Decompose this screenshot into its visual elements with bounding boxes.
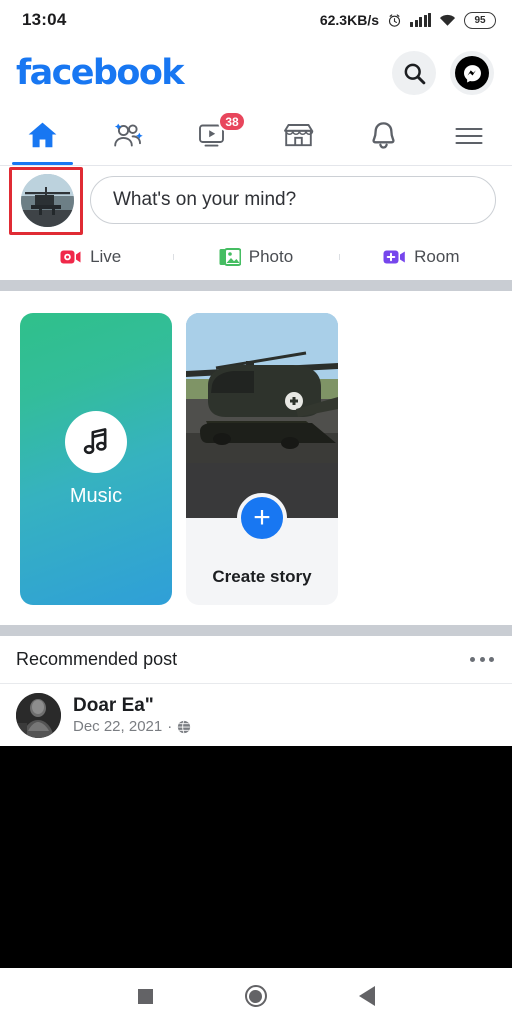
photo-button[interactable]: Photo: [173, 247, 338, 267]
tab-marketplace[interactable]: [256, 106, 341, 165]
recommended-post-title: Recommended post: [16, 649, 178, 669]
wifi-icon: [439, 14, 456, 26]
store-icon: [284, 123, 314, 146]
story-card-music[interactable]: Music: [20, 313, 172, 605]
room-label: Room: [414, 247, 460, 266]
music-card-label: Music: [69, 484, 123, 507]
network-speed-text: 62.3KB/s: [319, 12, 379, 28]
header-actions: [392, 51, 494, 95]
messenger-button[interactable]: [450, 51, 494, 95]
composer-input[interactable]: What's on your mind?: [90, 176, 496, 224]
status-bar: 13:04 62.3KB/s 95: [0, 0, 512, 40]
post-subtitle: Dec 22, 2021 ·: [73, 718, 191, 735]
app-header: facebook: [0, 40, 512, 106]
search-icon: [404, 63, 425, 84]
post-author-name[interactable]: Doar Ea": [73, 695, 191, 717]
recents-square-icon[interactable]: [137, 988, 153, 1004]
story-card-create[interactable]: + Create story: [186, 313, 338, 605]
live-video-icon: [60, 250, 81, 264]
android-nav-bar: [0, 968, 512, 1024]
composer-placeholder: What's on your mind?: [113, 189, 297, 210]
hamburger-menu-icon: [455, 127, 483, 144]
facebook-logo[interactable]: facebook: [16, 55, 185, 91]
music-note-icon: [83, 428, 107, 455]
stories-row: Music + Create story: [0, 291, 512, 625]
main-tab-bar: 38: [0, 106, 512, 166]
photo-label: Photo: [248, 247, 294, 266]
status-indicators: 62.3KB/s 95: [319, 11, 496, 29]
bell-icon: [372, 122, 396, 149]
composer-actions-row: Live Photo Room: [0, 234, 512, 280]
globe-icon: [178, 720, 191, 733]
post-media[interactable]: [0, 746, 512, 968]
photo-icon: [219, 248, 241, 266]
tab-home[interactable]: [0, 106, 85, 165]
profile-avatar-container[interactable]: [9, 167, 83, 235]
create-story-label: Create story: [212, 567, 312, 586]
room-button[interactable]: Room: [338, 247, 504, 267]
live-label: Live: [90, 247, 122, 266]
home-circle-icon[interactable]: [244, 985, 267, 1007]
create-story-plus-button[interactable]: +: [237, 493, 287, 543]
tab-friends[interactable]: [85, 106, 170, 165]
search-button[interactable]: [392, 51, 436, 95]
tab-watch[interactable]: 38: [171, 106, 256, 165]
friends-icon: [114, 123, 143, 146]
live-button[interactable]: Live: [8, 247, 173, 267]
battery-indicator: 95: [464, 11, 496, 29]
post-composer: What's on your mind?: [0, 166, 512, 235]
active-tab-underline: [11, 161, 74, 165]
alarm-icon: [388, 13, 401, 27]
battery-level-text: 95: [474, 14, 486, 26]
music-icon-circle: [65, 410, 127, 473]
post-meta: Doar Ea" Dec 22, 2021 ·: [73, 695, 191, 735]
watch-badge: 38: [218, 111, 246, 132]
phone-screen: 13:04 62.3KB/s 95 facebook 38 What's on …: [0, 0, 512, 1024]
room-video-icon: [383, 250, 405, 264]
post-separator: ·: [167, 718, 173, 735]
post-author-avatar[interactable]: [16, 692, 61, 738]
tab-menu[interactable]: [427, 106, 512, 165]
back-triangle-icon[interactable]: [358, 986, 375, 1006]
post-date: Dec 22, 2021: [73, 718, 163, 735]
recommended-post-header: Recommended post: [0, 636, 512, 684]
signal-bars-icon: [410, 13, 431, 27]
status-time: 13:04: [22, 10, 67, 29]
avatar[interactable]: [20, 173, 74, 227]
post-header: Doar Ea" Dec 22, 2021 ·: [0, 684, 512, 746]
section-divider-top: [0, 280, 512, 291]
tab-notifications[interactable]: [341, 106, 426, 165]
section-divider-bottom: [0, 625, 512, 636]
create-story-thumbnail: [186, 313, 338, 518]
home-icon: [28, 122, 57, 148]
more-options-icon[interactable]: [470, 657, 494, 662]
messenger-icon: [455, 56, 489, 90]
